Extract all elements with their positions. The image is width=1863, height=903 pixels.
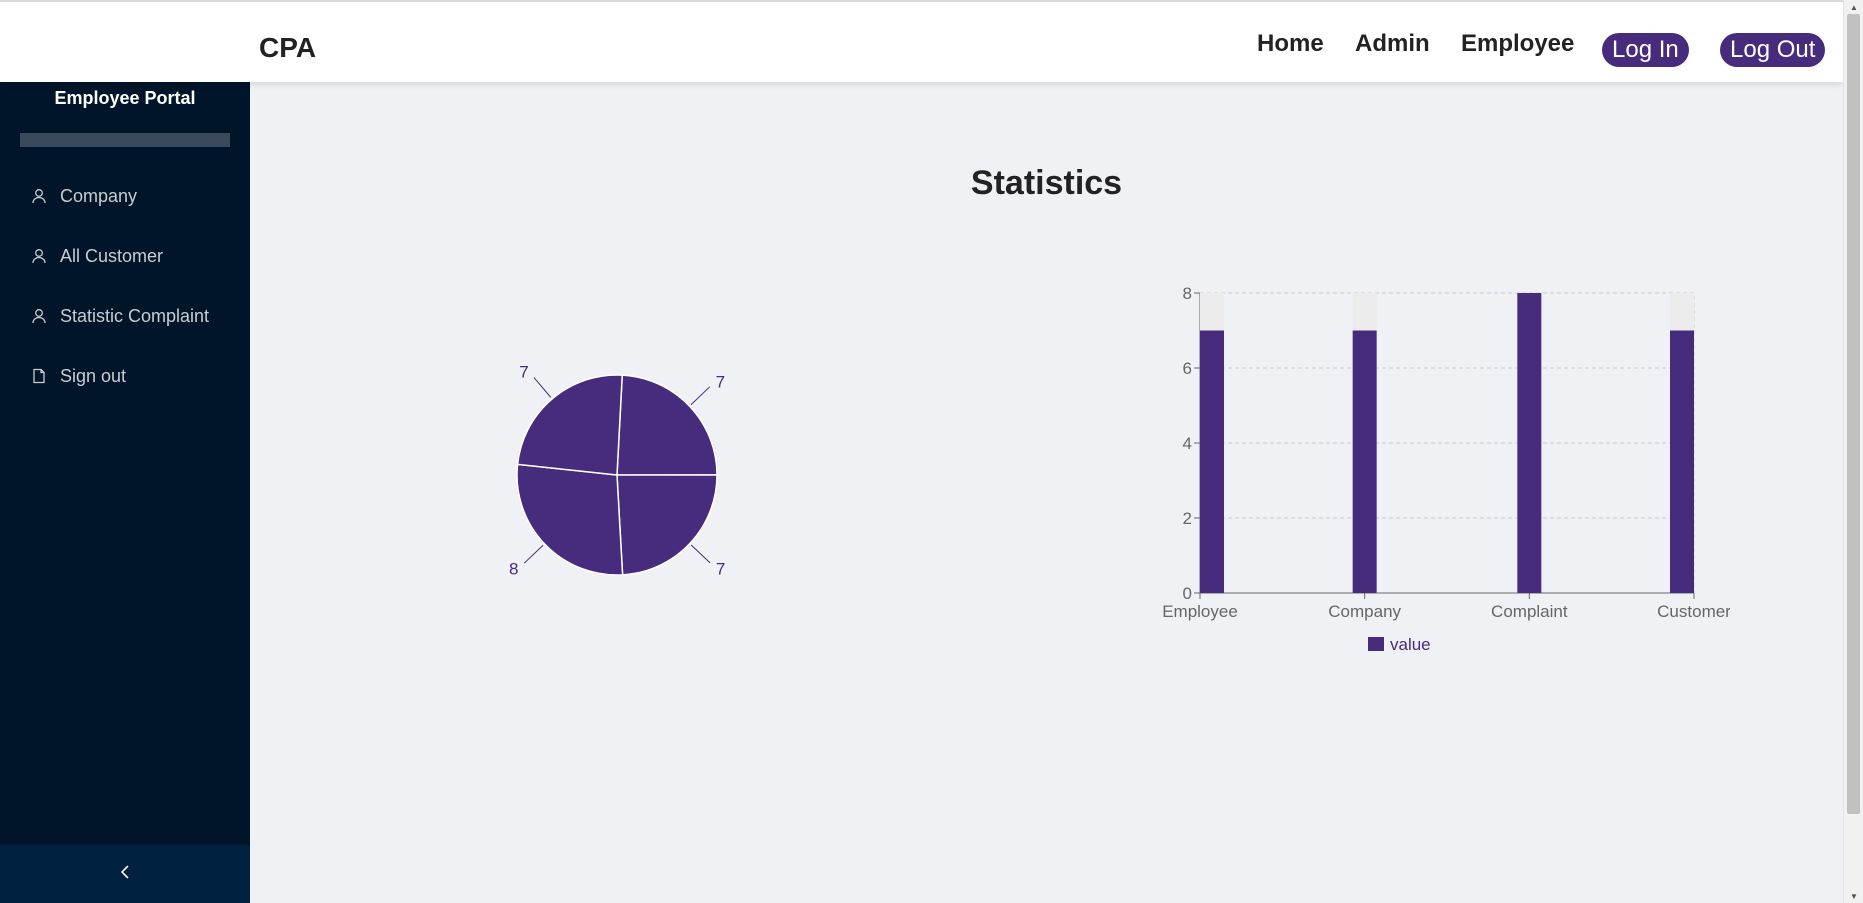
y-tick-label: 6	[1183, 359, 1192, 378]
brand-logo[interactable]: CPA	[259, 32, 316, 64]
y-tick-label: 8	[1183, 284, 1192, 303]
sidebar-item-label: Statistic Complaint	[60, 305, 210, 326]
sidebar-item-company[interactable]: Company	[0, 174, 250, 218]
pie-slice[interactable]	[516, 374, 624, 476]
pie-label-line	[533, 377, 552, 398]
x-tick-label: Customer	[1657, 602, 1730, 621]
bar[interactable]	[1670, 330, 1694, 594]
user-icon	[30, 247, 48, 265]
nav-home-link[interactable]: Home	[1257, 30, 1324, 58]
sidebar-collapse-button[interactable]	[0, 845, 250, 903]
legend-swatch	[1368, 637, 1384, 651]
sidebar: Employee Portal Company All Customer Sta…	[0, 0, 250, 903]
pie-slice-label: 7	[519, 363, 528, 382]
x-tick-label: Employee	[1162, 602, 1238, 621]
top-navbar: CPA Home Admin Employee Log In Log Out	[0, 0, 1843, 82]
y-tick-label: 0	[1183, 584, 1192, 603]
vertical-scrollbar[interactable]: ▲ ▼	[1843, 0, 1863, 903]
pie-label-line	[523, 544, 544, 564]
nav-admin-link[interactable]: Admin	[1355, 30, 1430, 58]
scroll-up-icon[interactable]: ▲	[1844, 0, 1863, 14]
chevron-left-icon	[119, 864, 131, 885]
x-tick-label: Complaint	[1491, 602, 1568, 621]
login-button[interactable]: Log In	[1602, 33, 1689, 67]
pie-label-line	[690, 386, 711, 406]
bar[interactable]	[1352, 330, 1377, 594]
user-icon	[30, 307, 48, 325]
pie-slice-label: 7	[716, 559, 725, 578]
sidebar-item-label: All Customer	[60, 245, 164, 266]
legend-label: value	[1390, 635, 1431, 654]
pie-slice-label: 7	[716, 372, 725, 391]
page-title: Statistics	[970, 164, 1123, 202]
sidebar-item-label: Sign out	[60, 365, 127, 386]
user-icon	[30, 187, 48, 205]
pie-slice-label: 8	[509, 560, 518, 579]
pie-slice[interactable]	[616, 374, 718, 476]
bar[interactable]	[1200, 330, 1224, 594]
logout-button[interactable]: Log Out	[1720, 33, 1826, 67]
scroll-down-icon[interactable]: ▼	[1844, 889, 1863, 903]
file-icon	[30, 367, 48, 385]
nav-employee-link[interactable]: Employee	[1461, 30, 1574, 58]
pie-label-line	[690, 544, 711, 564]
bar-chart: 0 2 4 6 8 Employee Company Complaint Customer val…	[1162, 284, 1730, 654]
sidebar-title: Employee Portal	[54, 88, 196, 108]
bar[interactable]	[1517, 293, 1542, 593]
y-tick-label: 4	[1183, 434, 1192, 453]
pie-slice[interactable]	[516, 463, 624, 576]
chart-legend[interactable]: value	[1368, 635, 1431, 654]
sidebar-search-bar	[20, 133, 230, 147]
sidebar-item-label: Company	[60, 185, 138, 206]
x-tick-label: Company	[1328, 602, 1401, 621]
pie-chart: 7 7 8 7	[509, 363, 725, 579]
sidebar-item-sign-out[interactable]: Sign out	[0, 354, 250, 398]
y-tick-label: 2	[1183, 509, 1192, 528]
sidebar-item-statistic-complaint[interactable]: Statistic Complaint	[0, 294, 250, 338]
scrollbar-thumb[interactable]	[1847, 14, 1860, 814]
sidebar-item-all-customer[interactable]: All Customer	[0, 234, 250, 278]
pie-slice[interactable]	[616, 474, 718, 576]
